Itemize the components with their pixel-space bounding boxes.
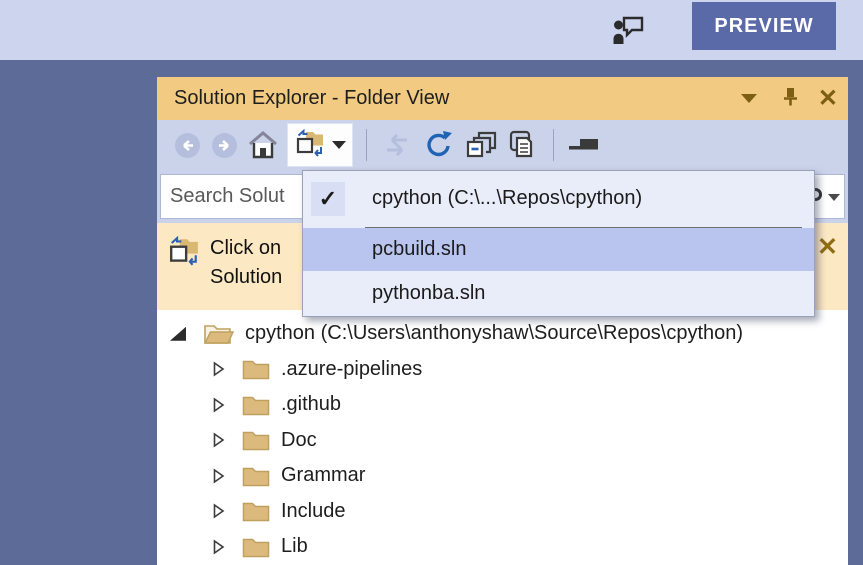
folder-icon xyxy=(242,429,270,451)
solution-explorer-panel: Solution Explorer - Folder View ✕ xyxy=(157,77,848,565)
collapse-all-button[interactable] xyxy=(465,130,497,160)
switch-views-icon xyxy=(295,128,325,163)
menu-item-pcbuild-sln[interactable]: pcbuild.sln xyxy=(303,228,814,272)
feedback-icon[interactable] xyxy=(612,13,644,47)
collapse-handle-icon[interactable] xyxy=(568,138,600,152)
refresh-button[interactable] xyxy=(423,129,455,161)
preview-selected-items-button[interactable] xyxy=(507,129,539,161)
switch-views-icon xyxy=(168,235,200,310)
folder-icon xyxy=(242,500,270,522)
window-position-caret-icon[interactable] xyxy=(741,94,757,103)
tree-row-azure-pipelines[interactable]: .azure-pipelines xyxy=(157,352,848,388)
folder-icon xyxy=(242,465,270,487)
menu-item-label: pythonba.sln xyxy=(372,282,485,305)
collapsed-chevron-icon[interactable] xyxy=(212,432,225,448)
panel-title: Solution Explorer - Folder View xyxy=(174,87,735,110)
collapsed-chevron-icon[interactable] xyxy=(212,539,225,555)
info-bar-line1: Click on xyxy=(210,234,282,263)
tree-item-label: .azure-pipelines xyxy=(281,358,422,381)
solution-explorer-titlebar[interactable]: Solution Explorer - Folder View ✕ xyxy=(157,77,848,120)
switch-views-button[interactable] xyxy=(287,123,353,167)
switch-views-dropdown-caret-icon[interactable] xyxy=(332,141,346,149)
solution-explorer-toolbar xyxy=(157,120,848,170)
folder-icon xyxy=(242,358,270,380)
info-bar-message: Click on Solution xyxy=(210,234,282,310)
menu-item-label: cpython (C:\...\Repos\cpython) xyxy=(372,187,642,210)
search-placeholder: Search Solut xyxy=(161,185,285,208)
toolbar-separator xyxy=(553,129,554,161)
folder-tree: cpython (C:\Users\anthonyshaw\Source\Rep… xyxy=(157,310,848,565)
home-button[interactable] xyxy=(248,131,278,159)
tree-item-label: .github xyxy=(281,393,341,416)
close-panel-icon[interactable]: ✕ xyxy=(818,87,838,111)
forward-button[interactable] xyxy=(211,132,238,159)
tree-item-label: Grammar xyxy=(281,464,365,487)
main-toolbar-strip: PREVIEW xyxy=(0,0,863,60)
search-options-caret-icon[interactable] xyxy=(828,194,840,201)
collapsed-chevron-icon[interactable] xyxy=(212,361,225,377)
collapsed-chevron-icon[interactable] xyxy=(212,397,225,413)
info-bar-close-icon[interactable]: ✕ xyxy=(817,235,838,260)
tree-item-label: Lib xyxy=(281,535,308,558)
pin-icon[interactable] xyxy=(781,86,800,112)
folder-icon xyxy=(242,394,270,416)
tree-row-include[interactable]: Include xyxy=(157,494,848,530)
visual-studio-window: PREVIEW Solution Explorer - Folder View … xyxy=(0,0,863,565)
switch-views-dropdown-menu: ✓ cpython (C:\...\Repos\cpython) pcbuild… xyxy=(302,170,815,317)
tree-item-label: Doc xyxy=(281,429,317,452)
checkmark-icon: ✓ xyxy=(311,182,345,216)
open-folder-icon xyxy=(203,322,234,346)
tree-row-lib[interactable]: Lib xyxy=(157,529,848,565)
folder-icon xyxy=(242,536,270,558)
tree-row-grammar[interactable]: Grammar xyxy=(157,458,848,494)
tree-row-doc[interactable]: Doc xyxy=(157,423,848,459)
tree-root-row[interactable]: cpython (C:\Users\anthonyshaw\Source\Rep… xyxy=(157,316,848,352)
sync-with-active-document-button[interactable] xyxy=(381,132,413,158)
menu-item-label: pcbuild.sln xyxy=(372,238,467,261)
tree-row-github[interactable]: .github xyxy=(157,387,848,423)
info-bar-line2: Solution xyxy=(210,263,282,292)
tree-item-label: Include xyxy=(281,500,346,523)
menu-item-pythonba-sln[interactable]: pythonba.sln xyxy=(303,271,814,316)
tree-root-label: cpython (C:\Users\anthonyshaw\Source\Rep… xyxy=(245,322,743,345)
toolbar-separator xyxy=(366,129,367,161)
preview-button[interactable]: PREVIEW xyxy=(692,2,836,50)
menu-item-cpython-folder[interactable]: ✓ cpython (C:\...\Repos\cpython) xyxy=(303,171,814,227)
back-button[interactable] xyxy=(174,132,201,159)
expanded-arrow-icon[interactable] xyxy=(170,327,186,341)
collapsed-chevron-icon[interactable] xyxy=(212,503,225,519)
collapsed-chevron-icon[interactable] xyxy=(212,468,225,484)
